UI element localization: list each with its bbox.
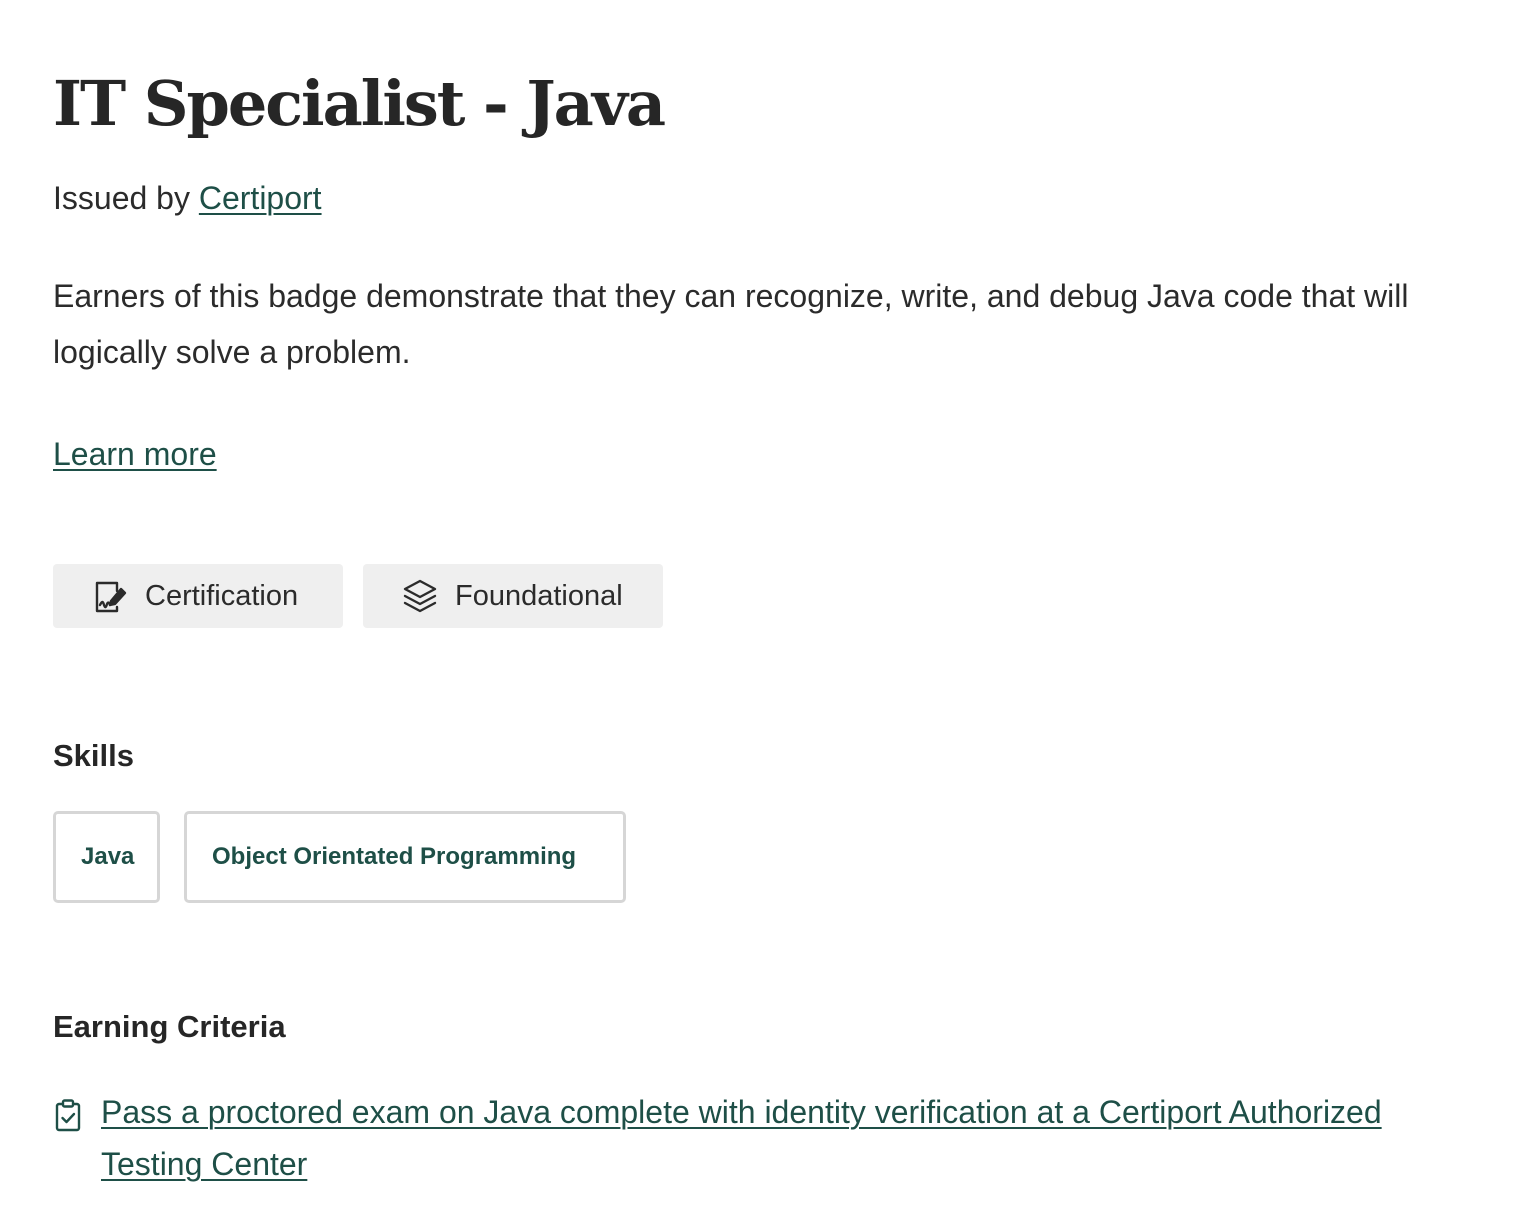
earning-criteria-heading: Earning Criteria <box>53 1009 286 1044</box>
badge-description: Earners of this badge demonstrate that t… <box>53 278 1409 370</box>
skill-tag-java[interactable]: Java <box>53 811 160 903</box>
issued-by: Issued by Certiport <box>53 176 322 220</box>
skills-list: Java Object Orientated Programming <box>53 811 626 903</box>
issuer-link[interactable]: Certiport <box>199 180 322 216</box>
criteria-item: Pass a proctored exam on Java complete w… <box>53 1086 1493 1190</box>
clipboard-check-icon <box>53 1098 83 1134</box>
tag-certification: Certification <box>53 564 343 628</box>
skills-heading: Skills <box>53 738 134 773</box>
criteria-link[interactable]: Pass a proctored exam on Java complete w… <box>101 1086 1481 1190</box>
certificate-icon <box>91 577 129 615</box>
badge-tags: Certification Foundational <box>53 564 663 628</box>
learn-more-link[interactable]: Learn more <box>53 436 217 472</box>
issued-by-label: Issued by <box>53 180 190 216</box>
tag-label: Certification <box>145 579 299 612</box>
page-title: IT Specialist - Java <box>53 67 666 140</box>
layers-icon <box>401 577 439 615</box>
learn-more: Learn more <box>53 432 217 476</box>
tag-label: Foundational <box>455 579 623 612</box>
tag-foundational: Foundational <box>363 564 663 628</box>
skill-tag-oop[interactable]: Object Orientated Programming <box>184 811 626 903</box>
